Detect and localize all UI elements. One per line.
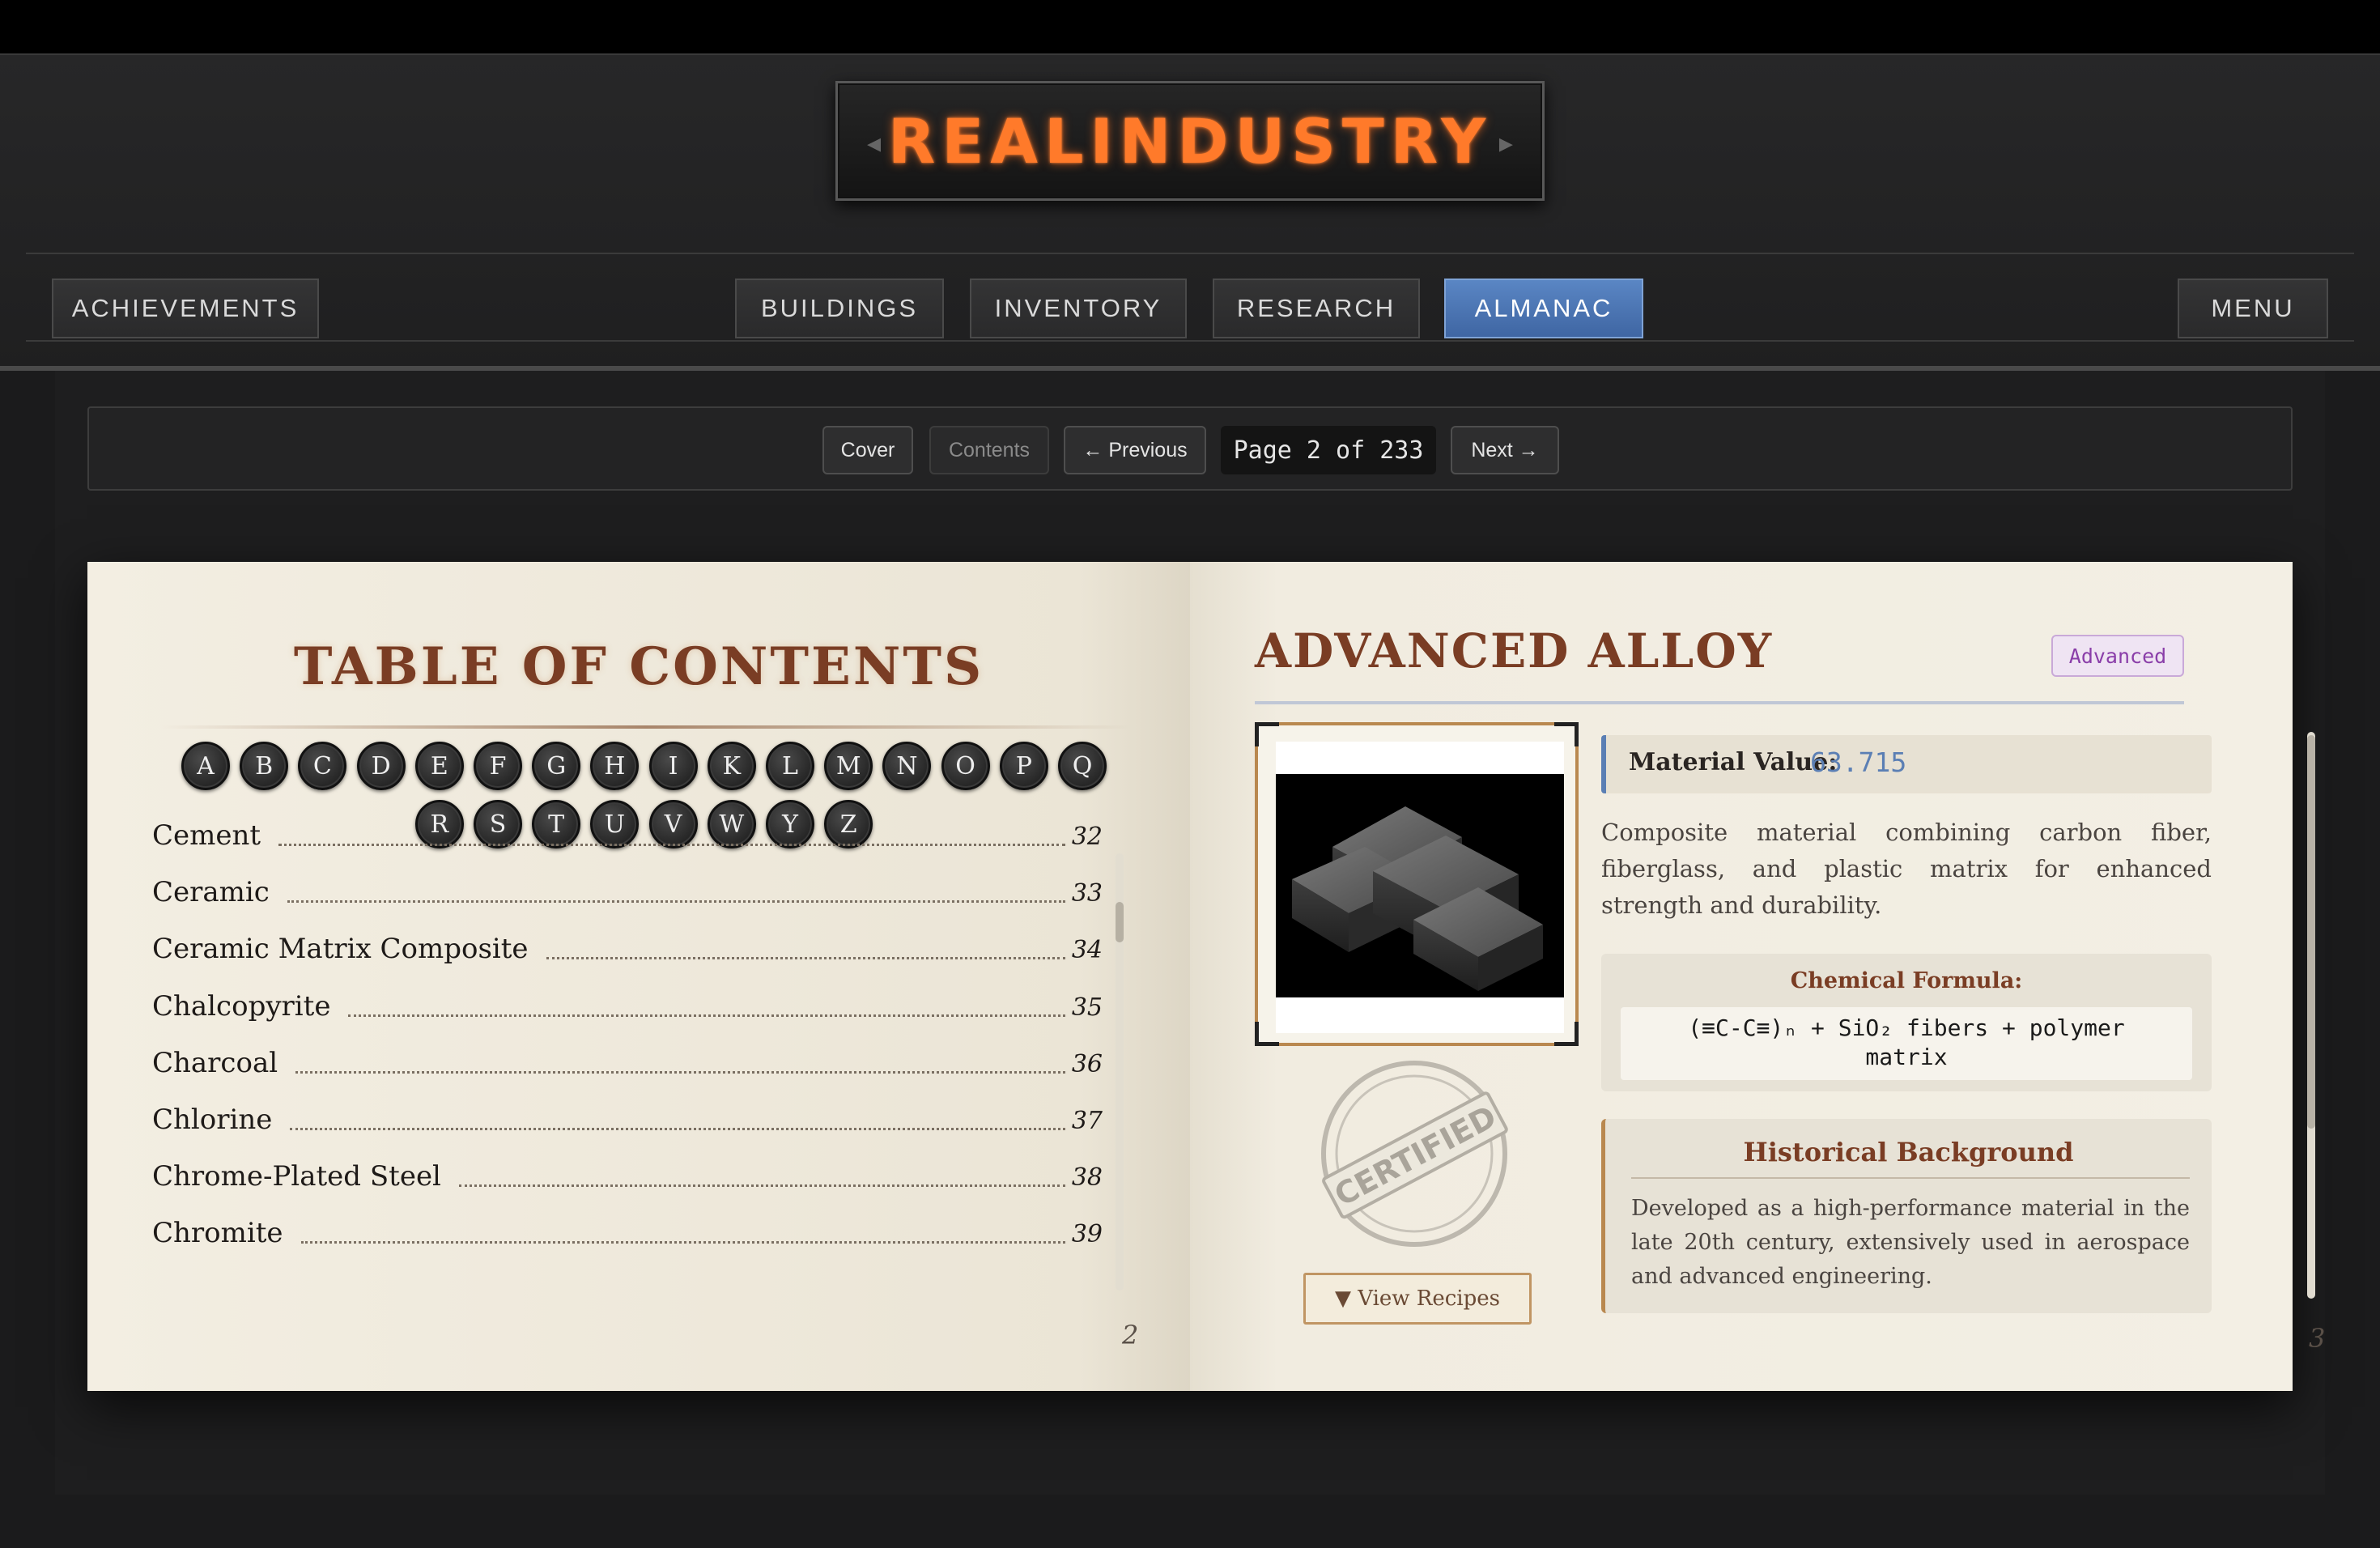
toc-entry-page: 34 [1071,936,1103,965]
toc-entry-name: Chromite [152,1217,283,1250]
item-title: ADVANCED ALLOY [1255,623,1774,678]
toc-entry[interactable]: Ceramic Matrix Composite 34 [152,933,1180,981]
toc-leader-dots [295,1070,1065,1074]
history-divider [1631,1177,2190,1179]
contents-button[interactable]: Contents [929,426,1049,474]
toc-leader-dots [459,1184,1065,1188]
letter-button-k[interactable]: K [707,742,756,790]
main-navbar: ACHIEVEMENTS BUILDINGS INVENTORY RESEARC… [26,253,2354,342]
letter-button-h[interactable]: H [590,742,640,790]
toc-entry-page: 35 [1071,993,1103,1022]
toc-entry-name: Chrome-Plated Steel [152,1160,441,1193]
nav-research-button[interactable]: RESEARCH [1213,279,1420,338]
toc-leader-dots [290,1128,1065,1130]
toc-entry-page: 39 [1071,1220,1103,1249]
letter-button-c[interactable]: C [298,742,347,790]
letter-button-o[interactable]: O [941,742,990,790]
cover-button[interactable]: Cover [822,426,913,474]
toc-entry-name: Chalcopyrite [152,989,331,1023]
toc-entry-name: Ceramic Matrix Composite [152,933,529,966]
toc-entry[interactable]: Chlorine 37 [152,1104,1180,1152]
page-toolbar: Cover Contents ← Previous Page 2 of 233 … [87,406,2293,491]
letter-button-q[interactable]: Q [1058,742,1107,790]
nav-inventory-button[interactable]: INVENTORY [970,279,1187,338]
toc-entry[interactable]: Charcoal 36 [152,1047,1180,1095]
history-text: Developed as a high-performance material… [1631,1196,2190,1289]
formula-label: Chemical Formula: [1790,968,2023,993]
header: ◂ REALINDUSTRY ▸ ACHIEVEMENTS BUILDINGS … [0,53,2380,369]
toc-leader-dots [546,957,1065,960]
formula-box: Chemical Formula: (≡C-C≡)ₙ + SiO₂ fibers… [1601,954,2212,1091]
toc-leader-dots [301,1241,1065,1244]
logo-plate: ◂ REALINDUSTRY ▸ [835,81,1545,201]
item-image [1276,774,1564,997]
stamp-text: CERTIFIED [1328,1099,1502,1214]
nav-menu-button[interactable]: MENU [2178,279,2328,338]
logo-right-arrow-icon: ▸ [1498,127,1513,159]
toc-entry-page: 37 [1071,1107,1103,1135]
letter-button-b[interactable]: B [240,742,289,790]
letter-button-e[interactable]: E [414,742,464,790]
toc-entry-name: Cement [152,819,261,852]
previous-button[interactable]: ← Previous [1064,426,1206,474]
material-value-label: Material Value: [1629,748,1838,776]
top-black-strip [0,0,2380,53]
letter-button-p[interactable]: P [999,742,1048,790]
letter-button-i[interactable]: I [648,742,698,790]
toc-entry-name: Chlorine [152,1104,273,1136]
toc-divider [160,725,1132,729]
toc-list: Cement 32 Ceramic 33 Ceramic Matrix Composit… [152,819,1180,1292]
toc-title: TABLE OF CONTENTS [293,636,984,697]
toc-leader-dots [278,844,1065,846]
item-description: Composite material combining carbon fibe… [1601,819,2212,919]
almanac-book: TABLE OF CONTENTS ABCDEFGHIKLMNOPQRSTUVW… [87,562,2325,1391]
right-page-number: 3 [2309,1323,2326,1354]
formula-code: (≡C-C≡)ₙ + SiO₂ fibers + polymer matrix [1621,1007,2192,1080]
toc-entry[interactable]: Chromite 39 [152,1217,1180,1265]
toc-entry-page: 32 [1071,823,1103,851]
toc-entry-page: 33 [1071,879,1103,908]
left-page: TABLE OF CONTENTS ABCDEFGHIKLMNOPQRSTUVW… [87,562,1190,1391]
item-image-frame [1255,722,1579,1046]
letter-button-f[interactable]: F [474,742,522,790]
toc-entry[interactable]: Chalcopyrite 35 [152,990,1180,1039]
toc-entry[interactable]: Chrome-Plated Steel 38 [152,1160,1180,1209]
toc-entry-name: Ceramic [152,876,270,909]
certified-stamp: CERTIFIED [1313,1053,1515,1255]
certified-stamp-icon: CERTIFIED [1321,1061,1508,1247]
tier-badge: Advanced [2051,635,2184,677]
history-title: Historical Background [1743,1137,2074,1167]
letter-button-g[interactable]: G [532,742,581,790]
right-page: ADVANCED ALLOY Advanced CERTIFIED ▼ View… [1190,562,2325,1391]
history-box: Historical Background Developed as a hig… [1601,1119,2212,1313]
app-logo: REALINDUSTRY [887,104,1493,177]
page-indicator: Page 2 of 233 [1221,426,1436,474]
toc-leader-dots [348,1014,1065,1017]
toc-entry-name: Charcoal [152,1046,278,1079]
left-page-number: 2 [1122,1320,1139,1350]
toc-entry-page: 36 [1071,1049,1103,1078]
toc-entry[interactable]: Ceramic 33 [152,876,1180,925]
letter-button-m[interactable]: M [824,742,873,790]
material-value-box: Material Value: 63.715 [1601,735,2212,793]
toc-entry-page: 38 [1071,1163,1103,1193]
toc-scrollbar-thumb[interactable] [1116,902,1124,942]
title-divider [1255,701,2184,704]
nav-buildings-button[interactable]: BUILDINGS [735,279,944,338]
letter-button-l[interactable]: L [766,742,814,790]
next-button[interactable]: Next → [1451,426,1559,474]
nav-achievements-button[interactable]: ACHIEVEMENTS [52,279,319,338]
toc-leader-dots [287,900,1065,904]
alloy-blocks-icon [1292,806,1543,991]
toc-entry[interactable]: Cement 32 [152,819,1180,868]
letter-button-d[interactable]: D [356,742,406,790]
material-value: 63.715 [1810,746,1907,778]
nav-almanac-button[interactable]: ALMANAC [1444,279,1643,338]
letter-button-a[interactable]: A [181,742,230,790]
view-recipes-button[interactable]: ▼ View Recipes [1303,1273,1532,1325]
detail-scrollbar-thumb[interactable] [2307,735,2315,1129]
letter-button-n[interactable]: N [882,742,932,790]
